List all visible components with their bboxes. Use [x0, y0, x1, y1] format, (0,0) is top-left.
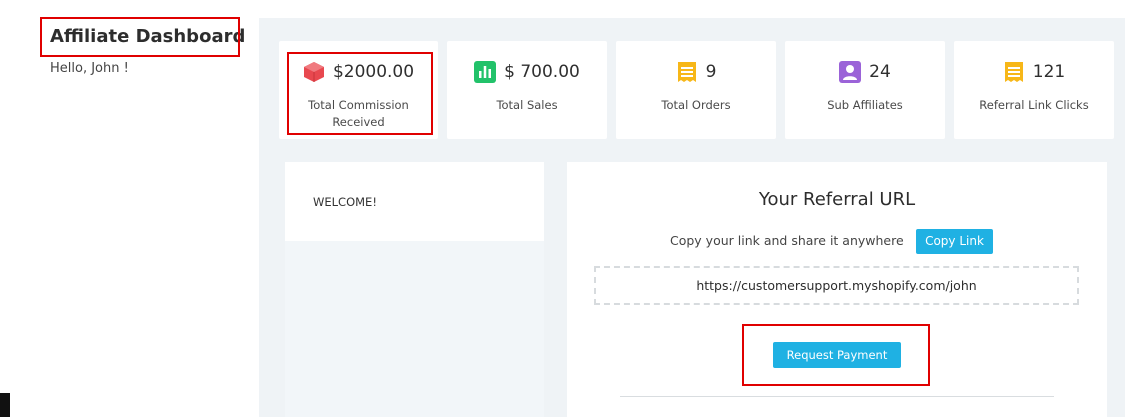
stat-card-sub-affiliates: 24 Sub Affiliates [785, 41, 945, 139]
receipt-icon [676, 61, 698, 83]
welcome-card: WELCOME! [285, 162, 544, 241]
stat-value: 24 [869, 62, 891, 82]
left-column-background [285, 241, 544, 417]
stat-label: Total Orders [661, 98, 731, 112]
referral-instruction: Copy your link and share it anywhere [670, 233, 904, 248]
stat-label: Sub Affiliates [827, 98, 903, 112]
stat-card-orders: 9 Total Orders [616, 41, 776, 139]
annotation-box-request-payment [742, 324, 930, 386]
stat-value: 9 [705, 62, 717, 82]
annotation-box-commission [287, 52, 433, 135]
bar-chart-icon [474, 61, 497, 83]
stat-card-referral-clicks: 121 Referral Link Clicks [954, 41, 1114, 139]
stat-value: $ 700.00 [504, 62, 580, 82]
stat-card-sales: $ 700.00 Total Sales [447, 41, 607, 139]
corner-tab[interactable] [0, 393, 10, 417]
user-icon [839, 61, 862, 83]
copy-link-button[interactable]: Copy Link [916, 229, 993, 254]
divider [620, 396, 1054, 397]
welcome-text: WELCOME! [313, 195, 377, 209]
stat-value: 121 [1032, 62, 1066, 82]
referral-card: Your Referral URL Copy your link and sha… [567, 162, 1107, 417]
stat-label: Total Sales [496, 98, 558, 112]
annotation-box-title [40, 17, 240, 57]
stat-label: Referral Link Clicks [979, 98, 1089, 112]
greeting-text: Hello, John ! [50, 61, 129, 76]
referral-title: Your Referral URL [758, 189, 916, 210]
referral-url-box[interactable]: https://customersupport.myshopify.com/jo… [594, 266, 1079, 305]
receipt-icon [1003, 61, 1025, 83]
